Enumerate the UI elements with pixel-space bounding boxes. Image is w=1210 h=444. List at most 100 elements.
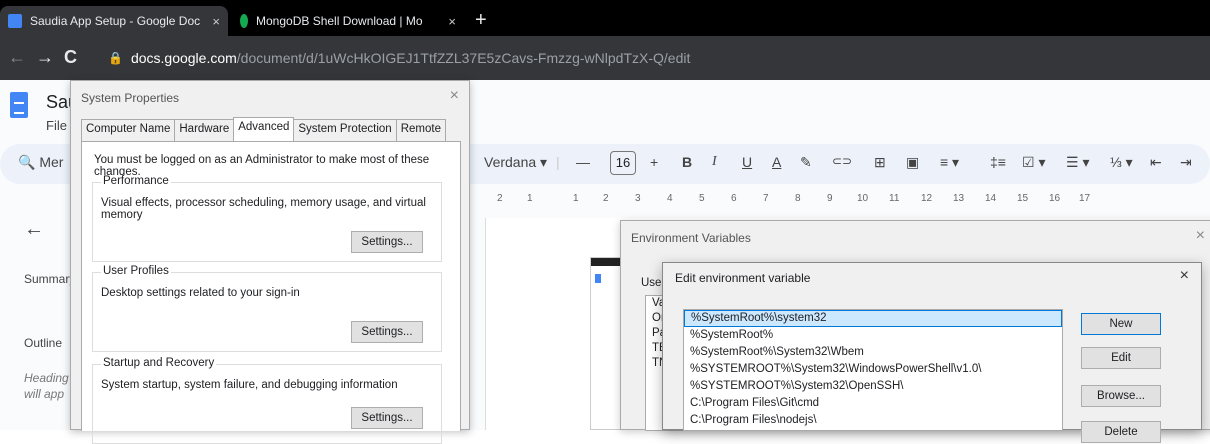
path-entry[interactable]: %SystemRoot%\System32\Wbem (684, 344, 1062, 361)
decrease-indent-icon[interactable]: ⇤ (1150, 154, 1162, 171)
ruler-number: 14 (985, 193, 997, 204)
tab-hardware[interactable]: Hardware (174, 119, 235, 141)
ruler-number: 13 (953, 193, 965, 204)
image-icon[interactable]: ▣ (906, 154, 919, 171)
increase-indent-icon[interactable]: ⇥ (1180, 154, 1192, 171)
decrease-font-button[interactable]: — (576, 154, 590, 170)
ruler-number: 11 (889, 193, 900, 204)
ruler-number: 9 (827, 193, 833, 204)
tab-bar: Computer Name Hardware Advanced System P… (81, 117, 446, 141)
ruler[interactable]: 2 1 1 2 3 4 5 6 7 8 9 10 11 12 13 14 15 … (485, 190, 1210, 208)
ruler-number: 10 (857, 193, 869, 204)
delete-button[interactable]: Delete (1081, 421, 1161, 443)
docs-logo-icon[interactable] (10, 92, 28, 118)
menu-file[interactable]: File (46, 118, 67, 133)
tab-computer-name[interactable]: Computer Name (81, 119, 176, 141)
search-icon: 🔍 (18, 154, 36, 170)
forward-button[interactable]: → (36, 47, 54, 68)
lock-icon: 🔒 (108, 51, 123, 65)
comment-icon[interactable]: ⊞ (874, 154, 886, 171)
close-icon[interactable]: × (1196, 227, 1205, 245)
toolbar-divider: | (556, 154, 560, 170)
tab-mongodb[interactable]: MongoDB Shell Download | Mo × (232, 6, 464, 36)
path-entry[interactable]: C:\Program Files\nodejs\ (684, 412, 1062, 429)
tab-remote[interactable]: Remote (395, 119, 446, 141)
link-icon[interactable]: ⊂⊃ (832, 154, 852, 168)
text-color-button[interactable]: A (772, 154, 781, 170)
line-spacing-icon[interactable]: ‡≡ (990, 154, 1006, 170)
align-icon[interactable]: ≡ ▾ (940, 154, 959, 171)
increase-font-button[interactable]: + (650, 154, 658, 170)
underline-button[interactable]: U (742, 154, 752, 170)
path-entry[interactable]: %SystemRoot%\system32 (684, 310, 1062, 327)
italic-button[interactable]: I (712, 154, 717, 170)
ruler-number: 2 (603, 193, 609, 204)
menu-search-label: Mer (39, 154, 64, 170)
summary-label: Summary (24, 272, 76, 286)
ruler-number: 3 (635, 193, 641, 204)
group-title: Startup and Recovery (101, 357, 217, 369)
ruler-number: 17 (1079, 193, 1091, 204)
font-size-input[interactable]: 16 (610, 151, 636, 175)
outline-hint-line: will app (24, 387, 65, 401)
ruler-number: 16 (1049, 193, 1061, 204)
bullet-list-icon[interactable]: ☰ ▾ (1066, 154, 1089, 171)
tab-title: Saudia App Setup - Google Doc (30, 14, 201, 28)
ruler-number: 2 (497, 193, 503, 204)
tab-saudia-doc[interactable]: Saudia App Setup - Google Doc × (0, 6, 228, 36)
browser-tabstrip: Saudia App Setup - Google Doc × MongoDB … (0, 0, 1210, 36)
performance-group: Performance Visual effects, processor sc… (92, 175, 442, 262)
google-docs-icon (8, 14, 22, 28)
outline-hint-line: Heading (24, 371, 69, 385)
path-entry[interactable]: C:\Program Files\Git\cmd (684, 395, 1062, 412)
menu-search[interactable]: 🔍 Mer (18, 154, 63, 171)
back-button[interactable]: ← (8, 47, 26, 68)
dialog-title: System Properties (81, 91, 180, 105)
outline-hint: Heading will app (24, 370, 70, 402)
path-entries-list[interactable]: %SystemRoot%\system32 %SystemRoot% %Syst… (683, 309, 1063, 431)
outline-label: Outline (24, 336, 63, 350)
ruler-number: 8 (795, 193, 801, 204)
performance-settings-button[interactable]: Settings... (351, 231, 423, 253)
dialog-title: Environment Variables (631, 231, 751, 245)
address-bar[interactable]: 🔒 docs.google.com /document/d/1uWcHkOIGE… (100, 42, 1200, 74)
checklist-icon[interactable]: ☑ ▾ (1022, 154, 1045, 171)
ruler-number: 7 (763, 193, 769, 204)
startup-recovery-settings-button[interactable]: Settings... (351, 407, 423, 429)
ruler-number: 4 (667, 193, 673, 204)
path-entry[interactable]: %SYSTEMROOT%\System32\OpenSSH\ (684, 378, 1062, 395)
ruler-number: 1 (527, 193, 533, 204)
user-profiles-settings-button[interactable]: Settings... (351, 321, 423, 343)
group-title: User Profiles (101, 265, 171, 277)
startup-recovery-group: Startup and Recovery System startup, sys… (92, 357, 442, 444)
user-profiles-group: User Profiles Desktop settings related t… (92, 265, 442, 352)
new-button[interactable]: New (1081, 313, 1161, 335)
tab-advanced[interactable]: Advanced (233, 117, 295, 141)
system-properties-dialog: System Properties × Computer Name Hardwa… (70, 80, 470, 444)
close-icon[interactable]: × (1180, 267, 1189, 285)
new-tab-button[interactable]: + (475, 10, 487, 30)
bold-button[interactable]: B (682, 154, 692, 170)
group-title: Performance (101, 175, 171, 187)
tab-title: MongoDB Shell Download | Mo (256, 14, 423, 28)
close-icon[interactable]: × (450, 87, 459, 105)
close-outline-button[interactable]: ← (24, 218, 44, 241)
tab-system-protection[interactable]: System Protection (293, 119, 397, 141)
group-description: Visual effects, processor scheduling, me… (101, 197, 426, 221)
browse-button[interactable]: Browse... (1081, 385, 1161, 407)
path-entry[interactable]: %SYSTEMROOT%\System32\WindowsPowerShell\… (684, 361, 1062, 378)
dialog-title: Edit environment variable (675, 271, 811, 285)
url-path: /document/d/1uWcHkOIGEJ1TtfZZL37E5zCavs-… (236, 50, 691, 66)
font-family-select[interactable]: Verdana ▾ (484, 154, 547, 171)
path-entry[interactable]: %SystemRoot% (684, 327, 1062, 344)
group-description: Desktop settings related to your sign-in (101, 287, 300, 299)
ruler-number: 15 (1017, 193, 1029, 204)
tab-close-icon[interactable]: × (212, 14, 220, 29)
group-description: System startup, system failure, and debu… (101, 379, 398, 391)
browser-toolbar: ← → C 🔒 docs.google.com /document/d/1uWc… (0, 36, 1210, 80)
tab-close-icon[interactable]: × (448, 14, 456, 29)
edit-button[interactable]: Edit (1081, 347, 1161, 369)
numbered-list-icon[interactable]: ⅓ ▾ (1110, 154, 1133, 171)
reload-button[interactable]: C (64, 47, 77, 68)
highlight-icon[interactable]: ✎ (800, 154, 812, 171)
